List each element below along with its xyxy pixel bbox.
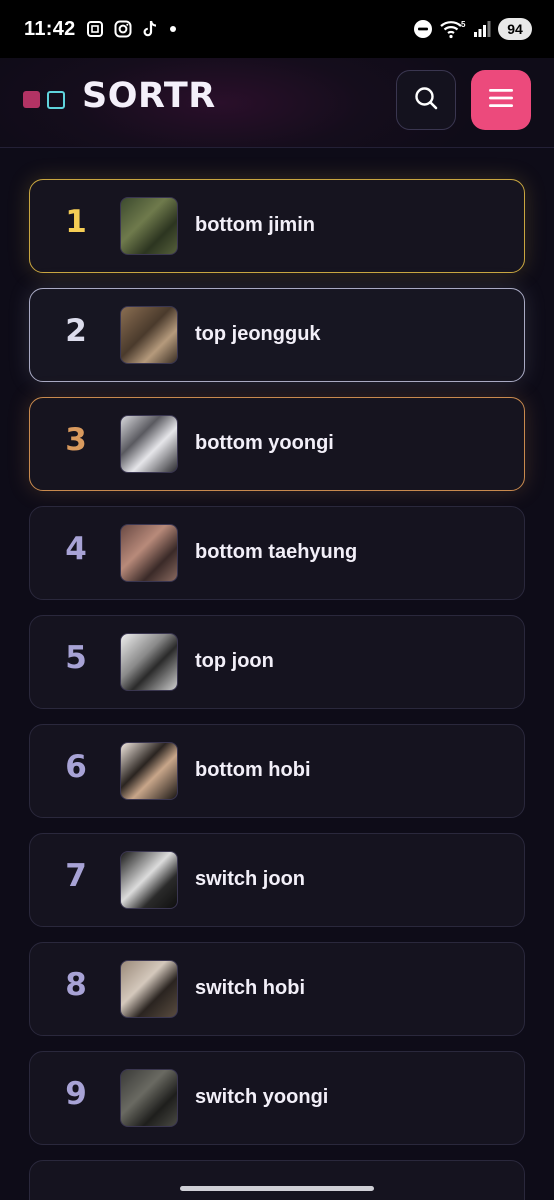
item-thumbnail <box>120 197 178 255</box>
rank-number: 4 <box>65 531 87 567</box>
logo-square-outline-icon <box>47 91 65 109</box>
dnd-icon <box>413 19 433 39</box>
rank-number: 5 <box>65 640 87 676</box>
screenshot-icon <box>86 20 104 38</box>
item-name: bottom jimin <box>195 214 315 236</box>
ranking-item[interactable]: 1 bottom jimin <box>29 179 525 273</box>
ranking-item[interactable]: 9 switch yoongi <box>29 1051 525 1145</box>
app-header: SORTR <box>0 58 554 148</box>
item-thumbnail <box>120 851 178 909</box>
item-name: bottom yoongi <box>195 432 334 454</box>
rank-number: 1 <box>65 204 87 240</box>
item-name: switch yoongi <box>195 1086 329 1108</box>
rank-number: 8 <box>65 967 87 1003</box>
rank-number: 3 <box>65 422 87 458</box>
ranking-item[interactable]: 3 bottom yoongi <box>29 397 525 491</box>
ranking-item[interactable]: 6 bottom hobi <box>29 724 525 818</box>
notification-dot-icon <box>168 24 178 34</box>
item-name: bottom taehyung <box>195 541 358 563</box>
item-name: bottom hobi <box>195 759 311 781</box>
status-bar: 11:42 5 94 <box>0 0 554 58</box>
item-name: top jeongguk <box>195 323 321 345</box>
status-time: 11:42 <box>24 17 76 40</box>
brand-logo[interactable]: SORTR <box>82 76 216 116</box>
hamburger-menu-icon <box>488 87 514 114</box>
ranking-item[interactable]: 4 bottom taehyung <box>29 506 525 600</box>
logo-square-filled-icon <box>23 91 40 108</box>
item-name: switch hobi <box>195 977 305 999</box>
signal-icon <box>473 20 491 38</box>
ranking-item[interactable]: 8 switch hobi <box>29 942 525 1036</box>
search-icon <box>413 85 439 116</box>
rank-number: 7 <box>65 858 87 894</box>
ranking-item[interactable]: 7 switch joon <box>29 833 525 927</box>
rank-number: 6 <box>65 749 87 785</box>
status-right: 5 94 <box>413 18 532 40</box>
menu-button[interactable] <box>471 70 531 130</box>
item-thumbnail <box>120 633 178 691</box>
tiktok-icon <box>142 20 158 38</box>
item-thumbnail <box>120 960 178 1018</box>
rank-number: 9 <box>65 1076 87 1112</box>
network-badge: 5 <box>461 20 466 29</box>
ranking-item[interactable]: 2 top jeongguk <box>29 288 525 382</box>
wifi-icon: 5 <box>440 19 466 39</box>
item-thumbnail <box>120 306 178 364</box>
ranking-item-partial[interactable] <box>29 1160 525 1200</box>
battery-indicator: 94 <box>498 18 532 40</box>
item-thumbnail <box>120 742 178 800</box>
search-button[interactable] <box>396 70 456 130</box>
home-indicator[interactable] <box>180 1186 374 1191</box>
item-thumbnail <box>120 1069 178 1127</box>
item-name: top joon <box>195 650 274 672</box>
item-thumbnail <box>120 415 178 473</box>
item-name: switch joon <box>195 868 305 890</box>
status-left: 11:42 <box>24 18 178 41</box>
rank-number: 2 <box>65 313 87 349</box>
instagram-icon <box>114 20 132 38</box>
ranking-item[interactable]: 5 top joon <box>29 615 525 709</box>
item-thumbnail <box>120 524 178 582</box>
